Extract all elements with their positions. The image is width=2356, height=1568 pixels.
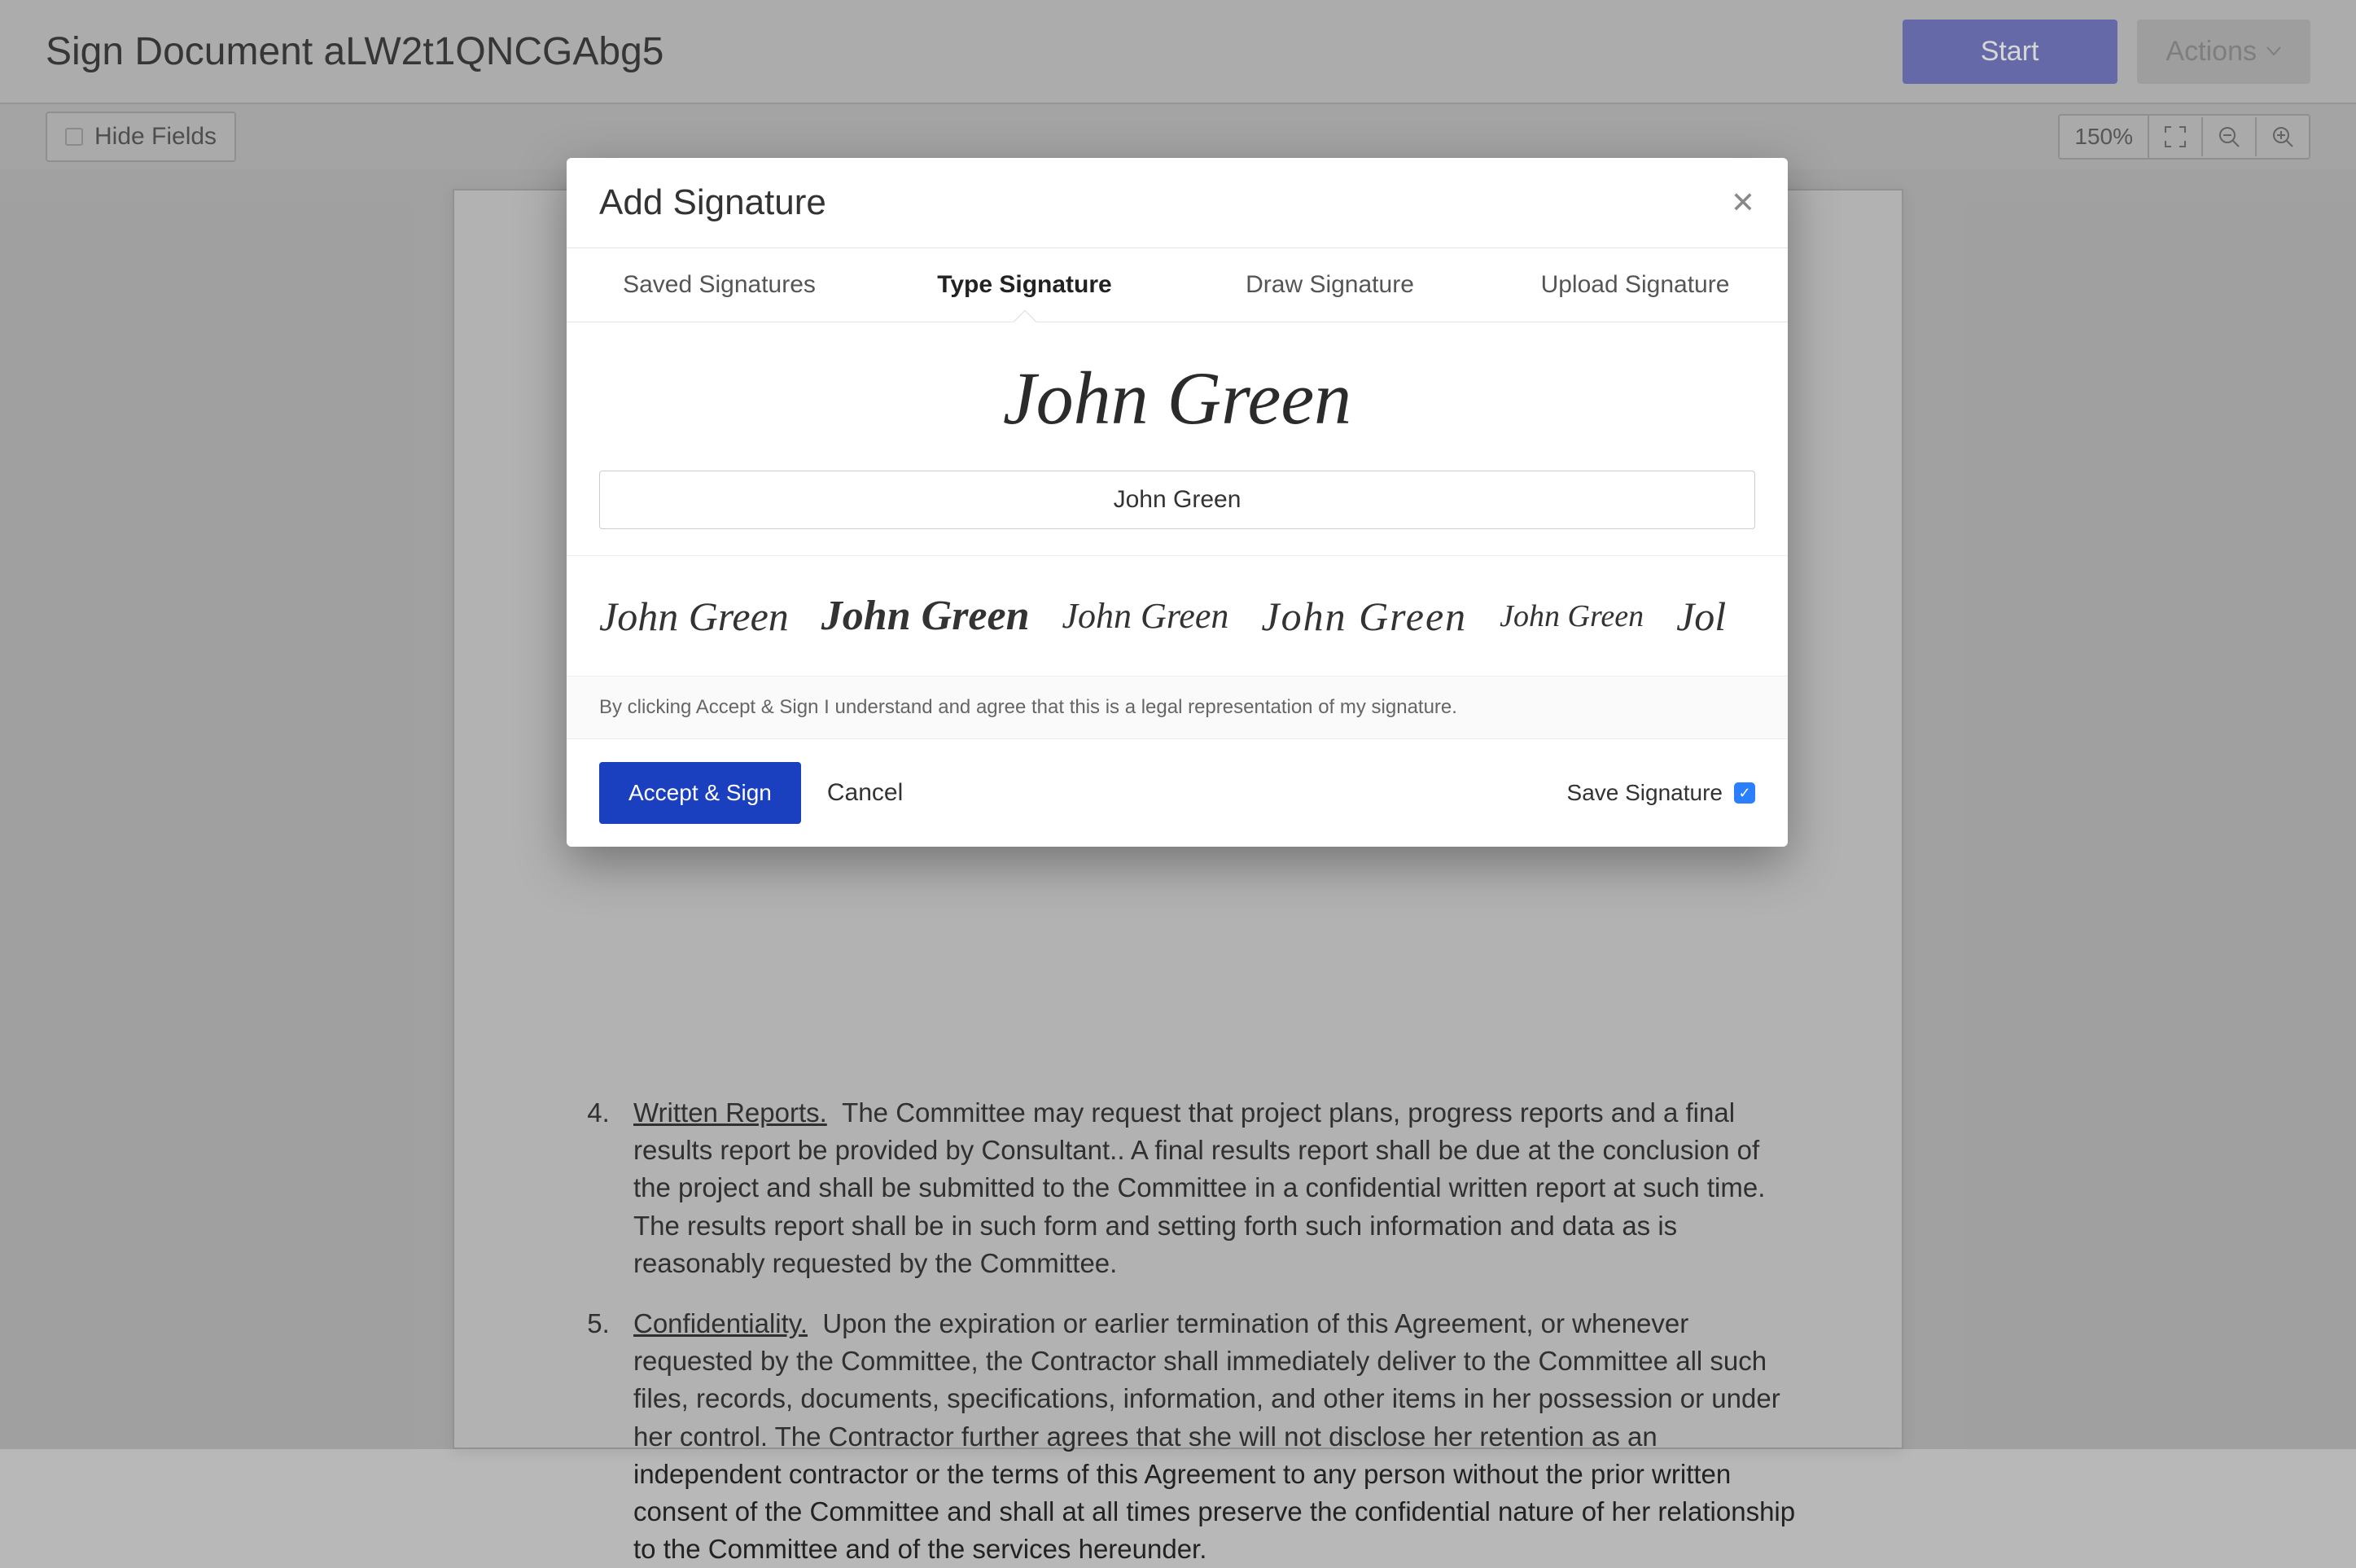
modal-footer: Accept & Sign Cancel Save Signature ✓ [567, 739, 1788, 847]
legal-disclaimer: By clicking Accept & Sign I understand a… [567, 677, 1788, 739]
tab-upload-signature[interactable]: Upload Signature [1482, 248, 1788, 322]
signature-preview: John Green [567, 322, 1788, 471]
modal-title: Add Signature [599, 182, 826, 223]
tab-type-signature[interactable]: Type Signature [872, 248, 1177, 322]
close-button[interactable]: ✕ [1731, 186, 1755, 220]
signature-name-input[interactable] [599, 471, 1755, 529]
font-option-5[interactable]: John Green [1500, 598, 1644, 634]
tab-draw-signature[interactable]: Draw Signature [1177, 248, 1482, 322]
font-option-4[interactable]: John Green [1261, 593, 1467, 640]
save-signature-toggle[interactable]: Save Signature ✓ [1567, 780, 1755, 806]
accept-sign-button[interactable]: Accept & Sign [599, 762, 801, 824]
add-signature-modal: Add Signature ✕ Saved Signatures Type Si… [567, 158, 1788, 847]
signature-tabs: Saved Signatures Type Signature Draw Sig… [567, 248, 1788, 322]
font-style-options: John Green John Green John Green John Gr… [567, 555, 1788, 677]
checkbox-checked-icon: ✓ [1734, 782, 1755, 804]
font-option-2[interactable]: John Green [821, 592, 1030, 640]
cancel-button[interactable]: Cancel [827, 779, 903, 807]
save-signature-label: Save Signature [1567, 780, 1723, 806]
font-option-6[interactable]: Jol [1676, 593, 1726, 640]
tab-saved-signatures[interactable]: Saved Signatures [567, 248, 872, 322]
close-icon: ✕ [1731, 186, 1755, 219]
font-option-3[interactable]: John Green [1062, 595, 1229, 637]
modal-header: Add Signature ✕ [567, 158, 1788, 248]
font-option-1[interactable]: John Green [599, 593, 789, 640]
